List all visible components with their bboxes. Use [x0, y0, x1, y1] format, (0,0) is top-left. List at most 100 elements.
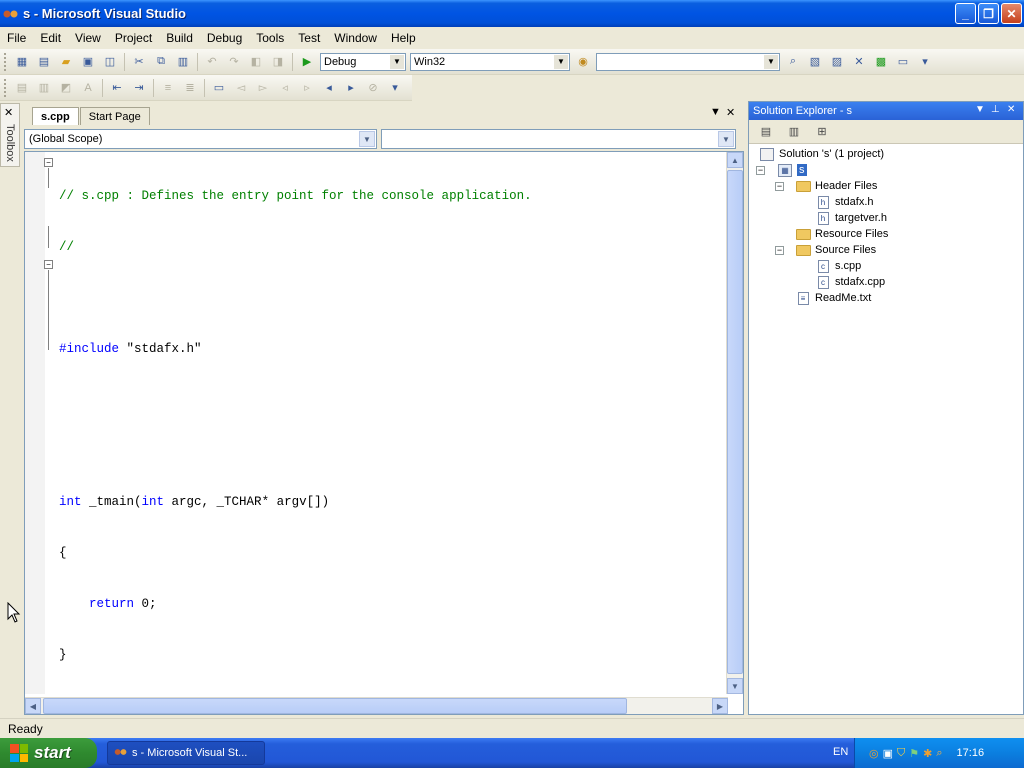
next-bookmark-icon[interactable]: ▻ — [254, 79, 272, 97]
scroll-right-icon[interactable]: ▶ — [712, 698, 728, 714]
cut-icon[interactable]: ✂ — [130, 53, 148, 71]
class-diagram-icon[interactable]: ⊞ — [813, 123, 831, 141]
tree-node-project[interactable]: ▦ s — [777, 162, 807, 178]
toolbar-options-icon[interactable]: ▾ — [916, 53, 934, 71]
next-bookmark-doc-icon[interactable]: ▸ — [342, 79, 360, 97]
save-icon[interactable]: ▣ — [79, 53, 97, 71]
add-item-icon[interactable]: ▤ — [35, 53, 53, 71]
vertical-scroll-thumb[interactable] — [727, 170, 743, 674]
tree-node-resource-files[interactable]: Resource Files — [795, 226, 888, 242]
menu-build[interactable]: Build — [159, 31, 200, 45]
undo-icon[interactable]: ↶ — [203, 53, 221, 71]
previous-bookmark-icon[interactable]: ◅ — [232, 79, 250, 97]
scroll-left-icon[interactable]: ◀ — [25, 698, 41, 714]
new-project-icon[interactable]: ▦ — [13, 53, 31, 71]
prev-bookmark-folder-icon[interactable]: ◃ — [276, 79, 294, 97]
parameter-info-icon[interactable]: ▥ — [35, 79, 53, 97]
close-panel-icon[interactable]: ✕ — [1007, 104, 1015, 115]
tree-node-header-files[interactable]: Header Files — [795, 178, 877, 194]
save-all-icon[interactable]: ◫ — [101, 53, 119, 71]
auto-hide-pin-icon[interactable]: ⊥ — [991, 104, 1000, 115]
paste-icon[interactable]: ▥ — [174, 53, 192, 71]
navigate-forward-icon[interactable]: ◨ — [269, 53, 287, 71]
tab-start-page[interactable]: Start Page — [79, 107, 150, 125]
increase-indent-icon[interactable]: ⇥ — [130, 79, 148, 97]
find-in-files-icon[interactable]: ◉ — [574, 53, 592, 71]
horizontal-scroll-thumb[interactable] — [43, 698, 627, 714]
collapse-source-files-icon[interactable]: − — [775, 246, 784, 255]
copy-icon[interactable]: ⧉ — [152, 53, 170, 71]
collapse-comment-icon[interactable]: − — [44, 158, 53, 167]
start-button[interactable]: start — [0, 738, 97, 768]
object-browser-icon[interactable]: ▩ — [872, 53, 890, 71]
navigate-back-icon[interactable]: ◧ — [247, 53, 265, 71]
display-member-list-icon[interactable]: ▤ — [13, 79, 31, 97]
close-document-icon[interactable]: ✕ — [726, 106, 735, 119]
comment-out-icon[interactable]: ≡ — [159, 79, 177, 97]
start-debugging-icon[interactable]: ▶ — [298, 53, 316, 71]
solution-config-select[interactable]: Debug ▼ — [320, 52, 406, 71]
uncomment-icon[interactable]: ≣ — [181, 79, 199, 97]
tree-node-solution[interactable]: Solution 's' (1 project) — [759, 146, 884, 162]
menu-debug[interactable]: Debug — [200, 31, 249, 45]
menu-help[interactable]: Help — [384, 31, 423, 45]
taskbar-item-visual-studio[interactable]: s - Microsoft Visual St... — [107, 741, 265, 765]
tree-node-stdafx-cpp[interactable]: c stdafx.cpp — [815, 274, 885, 290]
tools-icon[interactable]: ✕ — [850, 53, 868, 71]
tree-node-source-files[interactable]: Source Files — [795, 242, 876, 258]
open-file-icon[interactable]: ▰ — [57, 53, 75, 71]
show-all-files-icon[interactable]: ▥ — [785, 123, 803, 141]
clock[interactable]: 17:16 — [957, 747, 985, 759]
collapse-project-icon[interactable]: − — [756, 166, 765, 175]
active-files-dropdown-icon[interactable]: ▼ — [710, 106, 721, 118]
next-bookmark-folder-icon[interactable]: ▹ — [298, 79, 316, 97]
menu-edit[interactable]: Edit — [33, 31, 68, 45]
code-editor[interactable]: − − // s.cpp : Defines the entry point f… — [24, 151, 744, 715]
command-window-icon[interactable]: ▭ — [894, 53, 912, 71]
menu-test[interactable]: Test — [291, 31, 327, 45]
prev-bookmark-doc-icon[interactable]: ◂ — [320, 79, 338, 97]
tray-security-icon[interactable]: ⛉ — [897, 747, 905, 760]
solution-explorer-icon[interactable]: ▧ — [806, 53, 824, 71]
language-indicator[interactable]: EN — [833, 746, 848, 758]
menu-window[interactable]: Window — [327, 31, 384, 45]
find-icon[interactable]: ⌕ — [784, 53, 802, 71]
toolbar-options-icon[interactable]: ▾ — [386, 79, 404, 97]
tree-node-stdafx-h[interactable]: h stdafx.h — [815, 194, 874, 210]
tray-search-icon[interactable]: ⌕ — [936, 747, 942, 760]
tree-node-s-cpp[interactable]: c s.cpp — [815, 258, 861, 274]
collapse-header-files-icon[interactable]: − — [775, 182, 784, 191]
clear-bookmarks-icon[interactable]: ⊘ — [364, 79, 382, 97]
menu-tools[interactable]: Tools — [249, 31, 291, 45]
code-text[interactable]: // s.cpp : Defines the entry point for t… — [59, 154, 532, 698]
complete-word-icon[interactable]: A — [79, 79, 97, 97]
window-position-icon[interactable]: ▼ — [975, 104, 985, 115]
platform-select[interactable]: Win32 ▼ — [410, 52, 570, 71]
tray-vs-icon[interactable]: ◎ — [869, 747, 879, 760]
menu-file[interactable]: File — [0, 31, 33, 45]
collapse-function-icon[interactable]: − — [44, 260, 53, 269]
toolbar-grip[interactable] — [4, 78, 7, 97]
tree-node-targetver-h[interactable]: h targetver.h — [815, 210, 887, 226]
scroll-down-icon[interactable]: ▼ — [727, 678, 743, 694]
tree-node-readme[interactable]: ≡ ReadMe.txt — [795, 290, 871, 306]
scope-select[interactable]: (Global Scope) ▼ — [24, 129, 377, 149]
restore-button[interactable]: ❐ — [978, 3, 999, 24]
toggle-bookmark-icon[interactable]: ▭ — [210, 79, 228, 97]
redo-icon[interactable]: ↷ — [225, 53, 243, 71]
decrease-indent-icon[interactable]: ⇤ — [108, 79, 126, 97]
close-button[interactable]: ✕ — [1001, 3, 1022, 24]
properties-icon[interactable]: ▤ — [757, 123, 775, 141]
find-combo[interactable]: ▼ — [596, 52, 780, 71]
menu-project[interactable]: Project — [108, 31, 159, 45]
scroll-up-icon[interactable]: ▲ — [727, 152, 743, 168]
tray-app-icon[interactable]: ✱ — [923, 747, 932, 760]
toolbar-grip[interactable] — [4, 52, 7, 71]
menu-view[interactable]: View — [68, 31, 108, 45]
properties-icon[interactable]: ▨ — [828, 53, 846, 71]
tray-update-icon[interactable]: ⚑ — [909, 747, 919, 760]
member-select[interactable]: ▼ — [381, 129, 736, 149]
horizontal-scrollbar[interactable]: ◀ ▶ — [25, 697, 728, 714]
tab-s-cpp[interactable]: s.cpp — [32, 107, 79, 125]
minimize-button[interactable]: _ — [955, 3, 976, 24]
